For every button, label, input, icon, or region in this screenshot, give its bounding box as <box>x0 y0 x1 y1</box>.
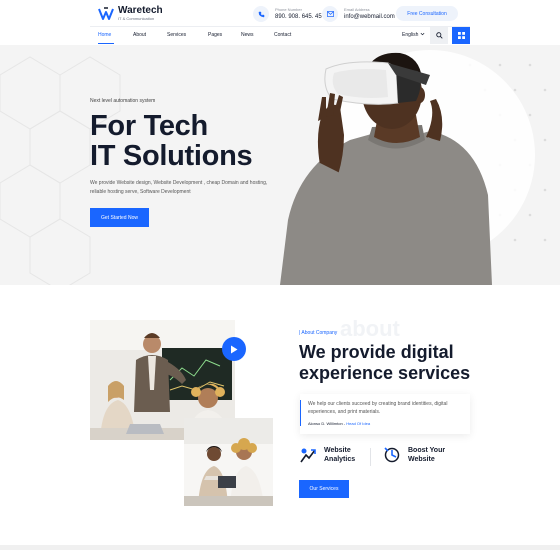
hero-vr-man-image <box>280 50 535 285</box>
about-title: We provide digital experience services <box>299 342 470 384</box>
hero-title-line2: IT Solutions <box>90 140 253 172</box>
women-working-image <box>184 418 273 506</box>
about-ghost-text: about <box>340 316 400 341</box>
quote-author-role: Head Of Idea <box>346 421 371 426</box>
feature-boost-line2: Website <box>408 456 435 463</box>
video-play-button[interactable] <box>222 337 246 361</box>
boost-icon <box>384 447 400 463</box>
feature-analytics-label: Website Analytics <box>324 446 355 464</box>
about-tag-label: About Company <box>301 330 338 336</box>
language-selector[interactable]: English <box>402 32 425 38</box>
brand-name: Waretech <box>118 5 163 16</box>
hero-title: For Tech IT Solutions <box>90 110 253 172</box>
nav-item-contact[interactable]: Contact <box>274 32 291 38</box>
nav-item-pages[interactable]: Pages <box>208 32 222 38</box>
hero-description: We provide Website design, Website Devel… <box>90 180 268 195</box>
play-icon <box>231 345 238 353</box>
nav-active-indicator <box>98 43 114 44</box>
about-title-line1: We provide digital <box>299 342 454 362</box>
main-nav: Home About Services Pages News Contact E… <box>90 28 470 44</box>
search-button[interactable] <box>430 27 448 44</box>
header-divider <box>90 26 470 27</box>
feature-analytics-line2: Analytics <box>324 456 356 463</box>
chevron-down-icon <box>420 32 425 36</box>
feature-boost-website[interactable]: Boost Your Website <box>383 446 445 464</box>
feature-divider <box>370 448 371 466</box>
our-services-button[interactable]: Our Services <box>299 480 349 498</box>
quote-text: We help our clients succeed by creating … <box>308 401 448 415</box>
free-consultation-button[interactable]: Free Consultation <box>396 6 458 21</box>
testimonial-card: We help our clients succeed by creating … <box>300 394 470 434</box>
quote-author: Alonso D. Willimton - Head Of Idea <box>308 421 371 426</box>
about-tag: | About Company <box>299 330 338 336</box>
email-value[interactable]: info@webmail.com <box>344 13 395 21</box>
site-header: Waretech IT & Communication Phone Number… <box>90 0 470 45</box>
get-started-button[interactable]: Get Started Now <box>90 208 149 227</box>
quote-accent-bar <box>300 400 301 426</box>
brand-tagline: IT & Communication <box>118 16 155 21</box>
next-section-edge <box>0 545 560 550</box>
hero-subtitle: Next level automation system <box>90 98 156 104</box>
logo-icon <box>98 7 114 20</box>
nav-item-about[interactable]: About <box>133 32 146 38</box>
analytics-icon <box>300 448 316 463</box>
language-label: English <box>402 32 419 38</box>
grid-icon <box>457 32 465 39</box>
logo[interactable]: Waretech IT & Communication <box>98 6 163 22</box>
menu-grid-button[interactable] <box>452 27 470 44</box>
nav-item-services[interactable]: Services <box>167 32 186 38</box>
phone-contact: Phone Number 890. 908. 645. 45 <box>253 6 322 22</box>
feature-website-analytics[interactable]: Website Analytics <box>299 446 355 464</box>
feature-boost-label: Boost Your Website <box>408 446 445 464</box>
nav-item-home[interactable]: Home <box>98 32 111 38</box>
about-title-line2: experience services <box>299 363 471 383</box>
phone-value[interactable]: 890. 908. 645. 45 <box>275 13 322 21</box>
hero-title-line1: For Tech <box>90 110 208 142</box>
email-icon <box>322 6 338 22</box>
quote-author-name: Alonso D. Willimton <box>308 421 343 426</box>
phone-icon <box>253 6 269 22</box>
email-contact: Email Address info@webmail.com <box>322 6 395 22</box>
feature-analytics-line1: Website <box>324 447 351 454</box>
feature-boost-line1: Boost Your <box>408 447 446 454</box>
nav-item-news[interactable]: News <box>241 32 254 38</box>
search-icon <box>435 32 443 39</box>
hero-section: Next level automation system For Tech IT… <box>0 45 560 285</box>
